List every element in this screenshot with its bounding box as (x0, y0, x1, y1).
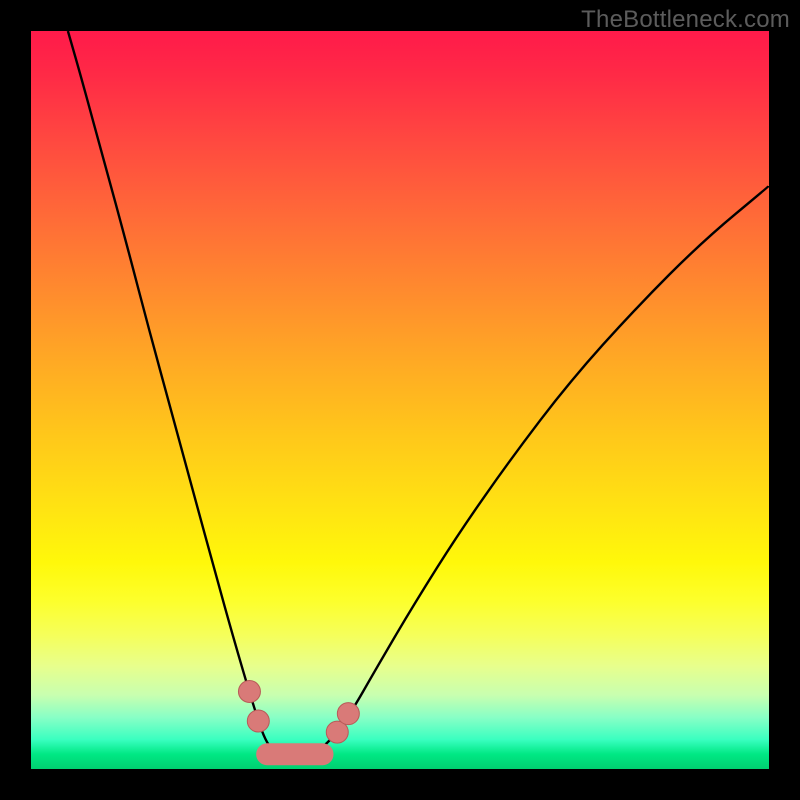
curve-marker (238, 681, 260, 703)
curve-marker (337, 703, 359, 725)
chart-frame: TheBottleneck.com (0, 0, 800, 800)
chart-plot-area (31, 31, 769, 769)
bottleneck-curve (31, 31, 769, 769)
curve-marker (247, 710, 269, 732)
watermark-text: TheBottleneck.com (581, 6, 790, 34)
